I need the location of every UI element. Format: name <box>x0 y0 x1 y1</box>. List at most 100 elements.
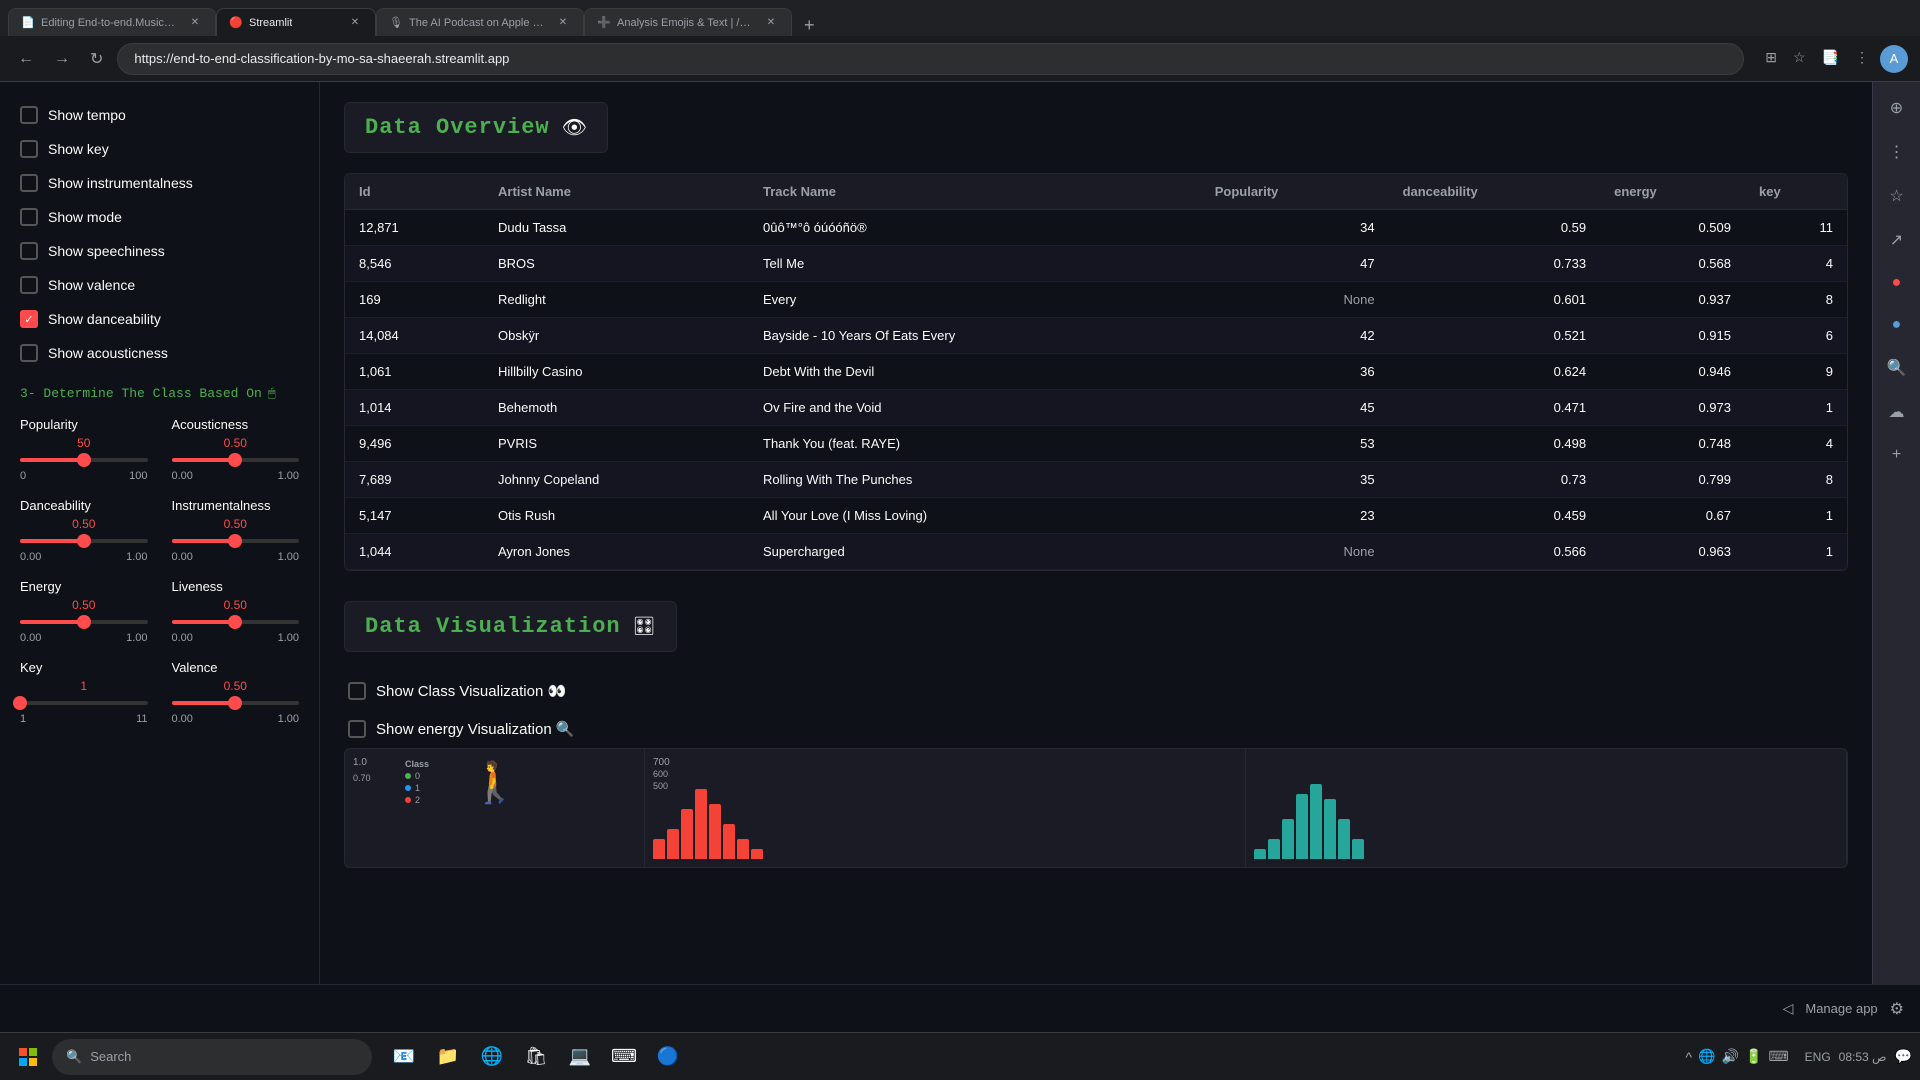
expand-icon[interactable]: ◁ <box>1783 1000 1794 1017</box>
manage-settings-icon[interactable]: ⚙ <box>1890 999 1904 1019</box>
slider-track-danceability[interactable] <box>20 539 148 543</box>
taskbar-app-edge[interactable]: 🌐 <box>472 1037 512 1077</box>
taskbar-app-chrome[interactable]: 🔵 <box>648 1037 688 1077</box>
cell-artist: PVRIS <box>484 426 749 462</box>
slider-thumb-valence[interactable] <box>228 696 242 710</box>
tray-battery-icon[interactable]: 🔋 <box>1745 1048 1762 1065</box>
star-icon[interactable]: ☆ <box>1885 182 1907 210</box>
tab-github[interactable]: 📄 Editing End-to-end.MusicGen-Cl... ✕ <box>8 8 216 36</box>
cell-id: 14,084 <box>345 318 484 354</box>
slider-thumb-danceability[interactable] <box>77 534 91 548</box>
tray-speaker-icon[interactable]: 🔊 <box>1722 1048 1739 1065</box>
cell-artist: BROS <box>484 246 749 282</box>
address-bar[interactable]: https://end-to-end-classification-by-mo-… <box>117 43 1744 75</box>
checkbox-class-viz[interactable] <box>348 682 366 700</box>
tab-close-github[interactable]: ✕ <box>187 15 203 31</box>
slider-track-acousticness[interactable] <box>172 458 300 462</box>
chart-preview: 1.0 0.70 Class 0 1 2 🚶 700 600 500 <box>344 748 1848 868</box>
sidebar-item-valence[interactable]: Show valence <box>16 268 303 302</box>
checkbox-energy-viz[interactable] <box>348 720 366 738</box>
forward-button[interactable]: → <box>48 46 76 72</box>
sidebar-item-tempo[interactable]: Show tempo <box>16 98 303 132</box>
slider-track-popularity[interactable] <box>20 458 148 462</box>
taskbar-app-terminal[interactable]: ⌨ <box>604 1037 644 1077</box>
slider-fill-danceability <box>20 539 84 543</box>
menu-dots-icon[interactable]: ⋮ <box>1885 138 1909 166</box>
sidebar-item-mode[interactable]: Show mode <box>16 200 303 234</box>
checkbox-tempo[interactable] <box>20 106 38 124</box>
star-icon[interactable]: ☆ <box>1788 45 1811 73</box>
sidebar-item-danceability[interactable]: Show danceability <box>16 302 303 336</box>
extensions-icon[interactable]: ⊞ <box>1760 45 1782 73</box>
search-icon[interactable]: 🔍 <box>1883 354 1911 382</box>
taskbar-lang: ENG <box>1805 1050 1831 1064</box>
profile-avatar[interactable]: A <box>1880 45 1908 73</box>
slider-thumb-instrumentalness[interactable] <box>228 534 242 548</box>
tab-streamlit[interactable]: 🔴 Streamlit ✕ <box>216 8 376 36</box>
checkbox-danceability[interactable] <box>20 310 38 328</box>
slider-range-liveness: 0.00 1.00 <box>172 632 300 644</box>
viz-title-bar: Data Visualization 🎛 <box>344 601 677 652</box>
checkbox-valence[interactable] <box>20 276 38 294</box>
settings-icon[interactable]: ⋮ <box>1850 45 1874 73</box>
taskbar-app-vscode[interactable]: 💻 <box>560 1037 600 1077</box>
slider-track-instrumentalness[interactable] <box>172 539 300 543</box>
table-row: 7,689 Johnny Copeland Rolling With The P… <box>345 462 1847 498</box>
checkbox-mode[interactable] <box>20 208 38 226</box>
plus-icon[interactable]: + <box>1888 442 1905 468</box>
reload-button[interactable]: ↻ <box>84 45 109 73</box>
viz-checkbox-energy[interactable]: Show energy Visualization 🔍 <box>344 710 1848 748</box>
tab-analysis[interactable]: ➕ Analysis Emojis & Text | /—... ✕ <box>584 8 792 36</box>
slider-acousticness: Acousticness 0.50 0.00 1.00 <box>172 417 300 482</box>
cell-key: 8 <box>1745 462 1847 498</box>
viz-checkbox-class[interactable]: Show Class Visualization 👀 <box>344 672 1848 710</box>
blue-circle-icon: ● <box>1888 312 1906 338</box>
slider-label-danceability: Danceability <box>20 498 148 513</box>
cell-danceability: 0.624 <box>1389 354 1601 390</box>
start-button[interactable] <box>8 1037 48 1077</box>
taskbar-app-mail[interactable]: 📧 <box>384 1037 424 1077</box>
share-icon[interactable]: ↗ <box>1886 226 1907 254</box>
tray-keyboard-icon[interactable]: ⌨ <box>1768 1048 1788 1065</box>
viz-section: Data Visualization 🎛 Show Class Visualiz… <box>344 601 1848 868</box>
tray-network-icon[interactable]: 🌐 <box>1698 1048 1715 1065</box>
sidebar-item-key[interactable]: Show key <box>16 132 303 166</box>
tab-close-podcast[interactable]: ✕ <box>555 15 571 31</box>
slider-thumb-acousticness[interactable] <box>228 453 242 467</box>
slider-track-energy[interactable] <box>20 620 148 624</box>
checkbox-acousticness[interactable] <box>20 344 38 362</box>
taskbar-app-store[interactable]: 🛍 <box>516 1037 556 1077</box>
slider-track-liveness[interactable] <box>172 620 300 624</box>
cloud-icon[interactable]: ☁ <box>1885 398 1909 426</box>
tab-close-streamlit[interactable]: ✕ <box>347 15 363 31</box>
github-icon[interactable]: ⊕ <box>1886 94 1907 122</box>
cell-id: 1,014 <box>345 390 484 426</box>
sidebar-item-speechiness[interactable]: Show speechiness <box>16 234 303 268</box>
slider-track-valence[interactable] <box>172 701 300 705</box>
cell-popularity: None <box>1201 282 1389 318</box>
tray-chevron-icon[interactable]: ^ <box>1686 1049 1693 1065</box>
slider-thumb-energy[interactable] <box>77 615 91 629</box>
slider-thumb-popularity[interactable] <box>77 453 91 467</box>
tab-podcast[interactable]: 🎙 The AI Podcast on Apple Po... ✕ <box>376 8 584 36</box>
new-tab-button[interactable]: + <box>796 15 823 36</box>
viz-title-text: Data Visualization <box>365 614 621 639</box>
legend-dots: Class 0 1 2 <box>405 759 429 805</box>
back-button[interactable]: ← <box>12 46 40 72</box>
sidebar-item-instrumentalness[interactable]: Show instrumentalness <box>16 166 303 200</box>
tab-close-analysis[interactable]: ✕ <box>763 15 779 31</box>
slider-thumb-liveness[interactable] <box>228 615 242 629</box>
sidebar-item-acousticness[interactable]: Show acousticness <box>16 336 303 370</box>
checkbox-speechiness[interactable] <box>20 242 38 260</box>
slider-track-key[interactable] <box>20 701 148 705</box>
manage-app-label[interactable]: Manage app <box>1805 1001 1877 1016</box>
taskbar-search-bar[interactable]: 🔍 Search <box>52 1039 372 1075</box>
checkbox-key[interactable] <box>20 140 38 158</box>
notification-icon[interactable]: 💬 <box>1895 1048 1912 1065</box>
taskbar-app-explorer[interactable]: 📁 <box>428 1037 468 1077</box>
slider-thumb-key[interactable] <box>13 696 27 710</box>
bookmark-icon[interactable]: 📑 <box>1817 45 1844 73</box>
checkbox-instrumentalness[interactable] <box>20 174 38 192</box>
taskbar: 🔍 Search 📧 📁 🌐 🛍 💻 ⌨ 🔵 ^ 🌐 🔊 🔋 ⌨ ENG 08:… <box>0 1032 1920 1080</box>
cell-popularity: 47 <box>1201 246 1389 282</box>
